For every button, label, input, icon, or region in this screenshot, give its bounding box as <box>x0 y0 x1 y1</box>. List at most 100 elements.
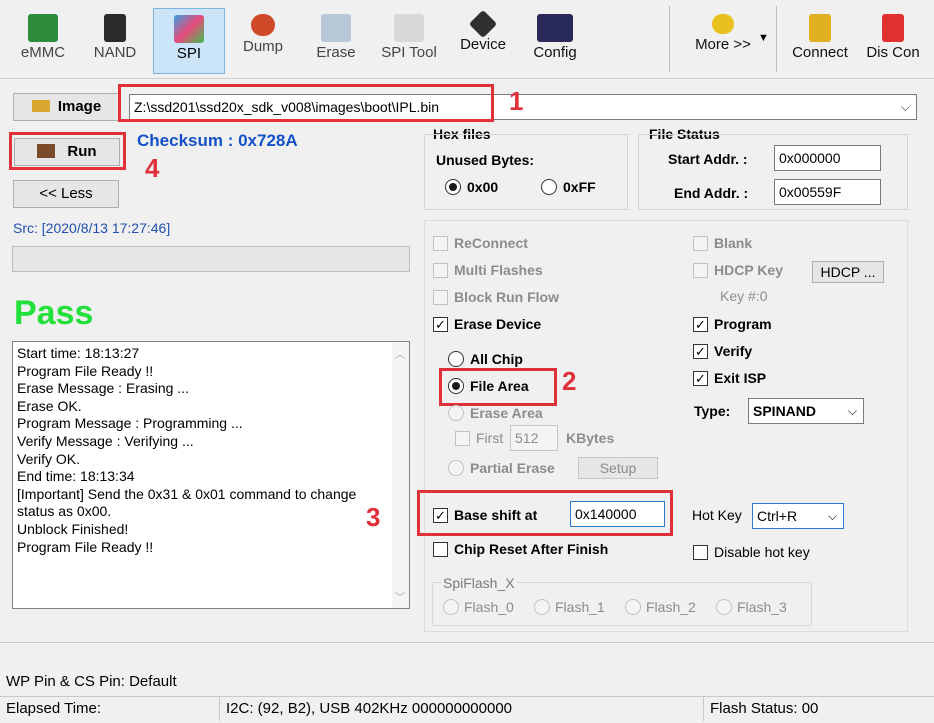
dump-icon <box>251 14 275 36</box>
setup-button[interactable]: Setup <box>578 457 658 479</box>
all-chip-label: All Chip <box>470 351 523 367</box>
disconnect-plug-icon <box>882 14 904 42</box>
chevron-down-icon[interactable]: ⌵ <box>848 399 857 423</box>
wp-cs-pin-status: WP Pin & CS Pin: Default <box>6 673 177 690</box>
annotation-box-1 <box>118 84 494 122</box>
spi-button[interactable]: SPI <box>153 8 225 74</box>
log-line: End time: 18:13:34 <box>17 468 135 485</box>
checksum-label: Checksum : 0x728A <box>137 131 298 150</box>
chevron-down-icon[interactable]: ⌵ <box>901 95 910 119</box>
erase-icon <box>321 14 351 42</box>
exit-isp-label: Exit ISP <box>714 370 767 386</box>
reconnect-checkbox[interactable] <box>433 236 448 251</box>
log-line: Unblock Finished! <box>17 520 129 537</box>
partial-erase-label: Partial Erase <box>470 460 555 476</box>
first-kbytes-field[interactable]: 512 <box>510 425 558 451</box>
log-line: Program File Ready !! <box>17 538 154 555</box>
program-checkbox[interactable]: ✓ <box>693 317 708 332</box>
erase-device-checkbox[interactable]: ✓ <box>433 317 448 332</box>
end-addr-field[interactable]: 0x00559F <box>774 179 881 205</box>
connect-button[interactable]: Connect <box>786 8 854 74</box>
flash-3-label: Flash_3 <box>737 599 787 615</box>
hot-key-select[interactable]: Ctrl+R ⌵ <box>752 503 844 529</box>
exit-isp-checkbox[interactable]: ✓ <box>693 371 708 386</box>
erase-area-radio[interactable] <box>448 405 464 421</box>
type-label: Type: <box>694 403 731 419</box>
verify-label: Verify <box>714 343 753 359</box>
hdcp-button[interactable]: HDCP ... <box>812 261 884 283</box>
disable-hot-key-label: Disable hot key <box>714 544 810 560</box>
erase-device-label: Erase Device <box>454 316 542 332</box>
block-run-flow-checkbox[interactable] <box>433 290 448 305</box>
erase-button[interactable]: Erase <box>303 8 369 74</box>
flash-3-radio[interactable] <box>716 599 732 615</box>
disable-hot-key-checkbox[interactable] <box>693 545 708 560</box>
log-line: Program Message : Programming ... <box>17 415 243 432</box>
flash-1-radio[interactable] <box>534 599 550 615</box>
toolbar: eMMC NAND SPI Dump Erase SPI Tool Device… <box>0 0 934 79</box>
flash-2-radio[interactable] <box>625 599 641 615</box>
type-select[interactable]: SPINAND ⌵ <box>748 398 864 424</box>
end-addr-label: End Addr. : <box>674 185 749 201</box>
scroll-down-icon[interactable]: ﹀ <box>395 589 405 604</box>
reconnect-label: ReConnect <box>454 235 528 251</box>
annotation-box-3 <box>417 490 673 536</box>
chip-reset-checkbox[interactable] <box>433 542 448 557</box>
log-line: Verify OK. <box>17 450 81 467</box>
toolbar-separator <box>669 6 670 72</box>
program-label: Program <box>714 316 772 332</box>
spi-tool-button[interactable]: SPI Tool <box>375 8 443 74</box>
chevron-down-icon[interactable]: ⌵ <box>828 504 837 528</box>
first-label: First <box>476 430 504 446</box>
connect-plug-icon <box>809 14 831 42</box>
config-button[interactable]: Config <box>522 8 588 74</box>
key-number-label: Key #:0 <box>720 288 768 304</box>
tv-icon <box>712 14 734 34</box>
blank-label: Blank <box>714 235 753 251</box>
device-icon <box>468 9 498 39</box>
all-chip-radio[interactable] <box>448 351 464 367</box>
partial-erase-radio[interactable] <box>448 460 464 476</box>
flash-0-radio[interactable] <box>443 599 459 615</box>
less-button[interactable]: << Less <box>13 180 119 208</box>
more-dropdown-arrow-icon[interactable]: ▼ <box>758 32 769 44</box>
log-textarea[interactable]: Start time: 18:13:27 Program File Ready … <box>12 341 410 609</box>
device-button[interactable]: Device <box>450 8 516 74</box>
log-line: Verify Message : Verifying ... <box>17 432 194 449</box>
hdcp-key-checkbox[interactable] <box>693 263 708 278</box>
scroll-up-icon[interactable]: ︿ <box>395 346 405 361</box>
verify-checkbox[interactable]: ✓ <box>693 344 708 359</box>
status-divider <box>0 642 934 643</box>
dump-button[interactable]: Dump <box>230 8 296 74</box>
unused-ff-label: 0xFF <box>563 179 596 195</box>
more-button[interactable]: More >> <box>680 8 766 74</box>
elapsed-time-status: Elapsed Time: <box>0 697 220 721</box>
flash-2-label: Flash_2 <box>646 599 696 615</box>
config-monitor-icon <box>537 14 573 42</box>
unused-ff-radio[interactable] <box>541 179 557 195</box>
disconnect-button[interactable]: Dis Con <box>860 8 926 74</box>
annotation-number-4: 4 <box>145 153 160 183</box>
first-checkbox[interactable] <box>455 431 470 446</box>
log-line: Erase OK. <box>17 397 82 414</box>
spiflash-title: SpiFlash_X <box>441 575 517 591</box>
i2c-usb-status: I2C: (92, B2), USB 402KHz 000000000000 <box>220 697 704 721</box>
chip-reset-label: Chip Reset After Finish <box>454 541 609 557</box>
multi-flashes-checkbox[interactable] <box>433 263 448 278</box>
nand-button[interactable]: NAND <box>82 8 148 74</box>
flash-1-label: Flash_1 <box>555 599 605 615</box>
hdcp-key-label: HDCP Key <box>714 262 783 278</box>
log-line: Program File Ready !! <box>17 362 154 379</box>
unused-00-radio[interactable] <box>445 179 461 195</box>
emmc-button[interactable]: eMMC <box>10 8 76 74</box>
unused-00-label: 0x00 <box>467 179 499 195</box>
image-button[interactable]: Image <box>13 93 120 121</box>
blank-checkbox[interactable] <box>693 236 708 251</box>
spi-tool-icon <box>394 14 424 42</box>
progress-bar <box>12 246 410 272</box>
log-scrollbar[interactable]: ︿ ﹀ <box>392 342 409 608</box>
start-addr-field[interactable]: 0x000000 <box>774 145 881 171</box>
annotation-box-2 <box>439 368 557 406</box>
flash-status: Flash Status: 00 <box>710 700 819 717</box>
start-addr-label: Start Addr. : <box>668 151 748 167</box>
